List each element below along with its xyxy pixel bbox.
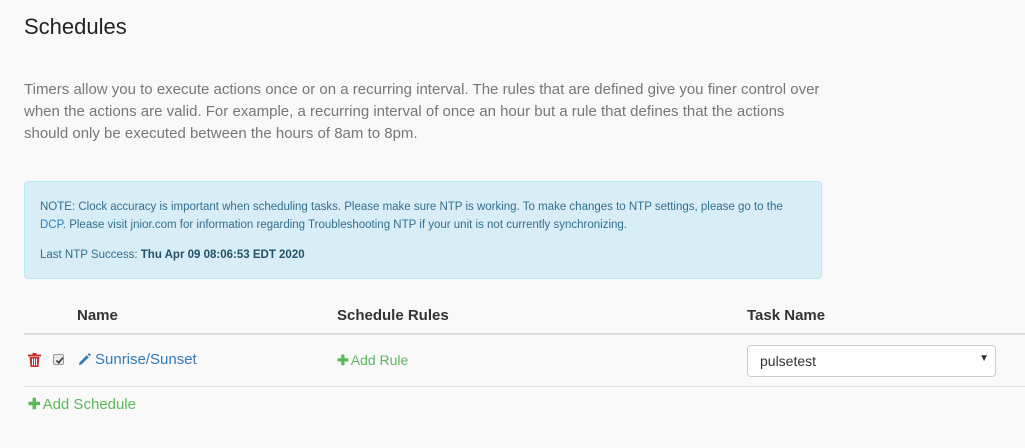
column-header-task-name: Task Name xyxy=(747,307,826,324)
table-header-divider xyxy=(24,333,1025,335)
note-text: NOTE: Clock accuracy is important when s… xyxy=(40,198,810,234)
ntp-label: Last NTP Success: xyxy=(40,249,138,261)
add-schedule-label: Add Schedule xyxy=(42,396,136,413)
task-name-select[interactable]: pulsetest ▼ xyxy=(747,345,996,377)
add-rule-button[interactable]: ✚ Add Rule xyxy=(337,352,408,369)
note-text-before: NOTE: Clock accuracy is important when s… xyxy=(40,201,783,213)
trash-icon[interactable] xyxy=(28,353,41,367)
dcp-link[interactable]: DCP xyxy=(40,219,63,231)
column-header-schedule-rules: Schedule Rules xyxy=(337,307,449,324)
last-ntp-success: Last NTP Success: Thu Apr 09 08:06:53 ED… xyxy=(40,249,305,261)
add-rule-label: Add Rule xyxy=(350,352,409,368)
ntp-value: Thu Apr 09 08:06:53 EDT 2020 xyxy=(140,249,305,261)
pencil-icon[interactable] xyxy=(77,353,91,367)
column-header-name: Name xyxy=(77,307,118,324)
schedule-enabled-checkbox[interactable] xyxy=(53,354,64,365)
page-description: Timers allow you to execute actions once… xyxy=(24,81,820,142)
note-text-after: . Please visit jnior.com for information… xyxy=(62,219,628,231)
schedule-name-link[interactable]: Sunrise/Sunset xyxy=(95,351,197,368)
table-row-divider xyxy=(24,386,1025,387)
page-title: Schedules xyxy=(24,14,127,39)
task-name-selected: pulsetest xyxy=(760,353,817,369)
caret-down-icon: ▼ xyxy=(979,353,989,364)
plus-icon: ✚ xyxy=(337,352,349,368)
add-schedule-button[interactable]: ✚ Add Schedule xyxy=(28,395,136,413)
plus-icon: ✚ xyxy=(28,396,41,413)
ntp-note-alert: NOTE: Clock accuracy is important when s… xyxy=(24,181,822,279)
